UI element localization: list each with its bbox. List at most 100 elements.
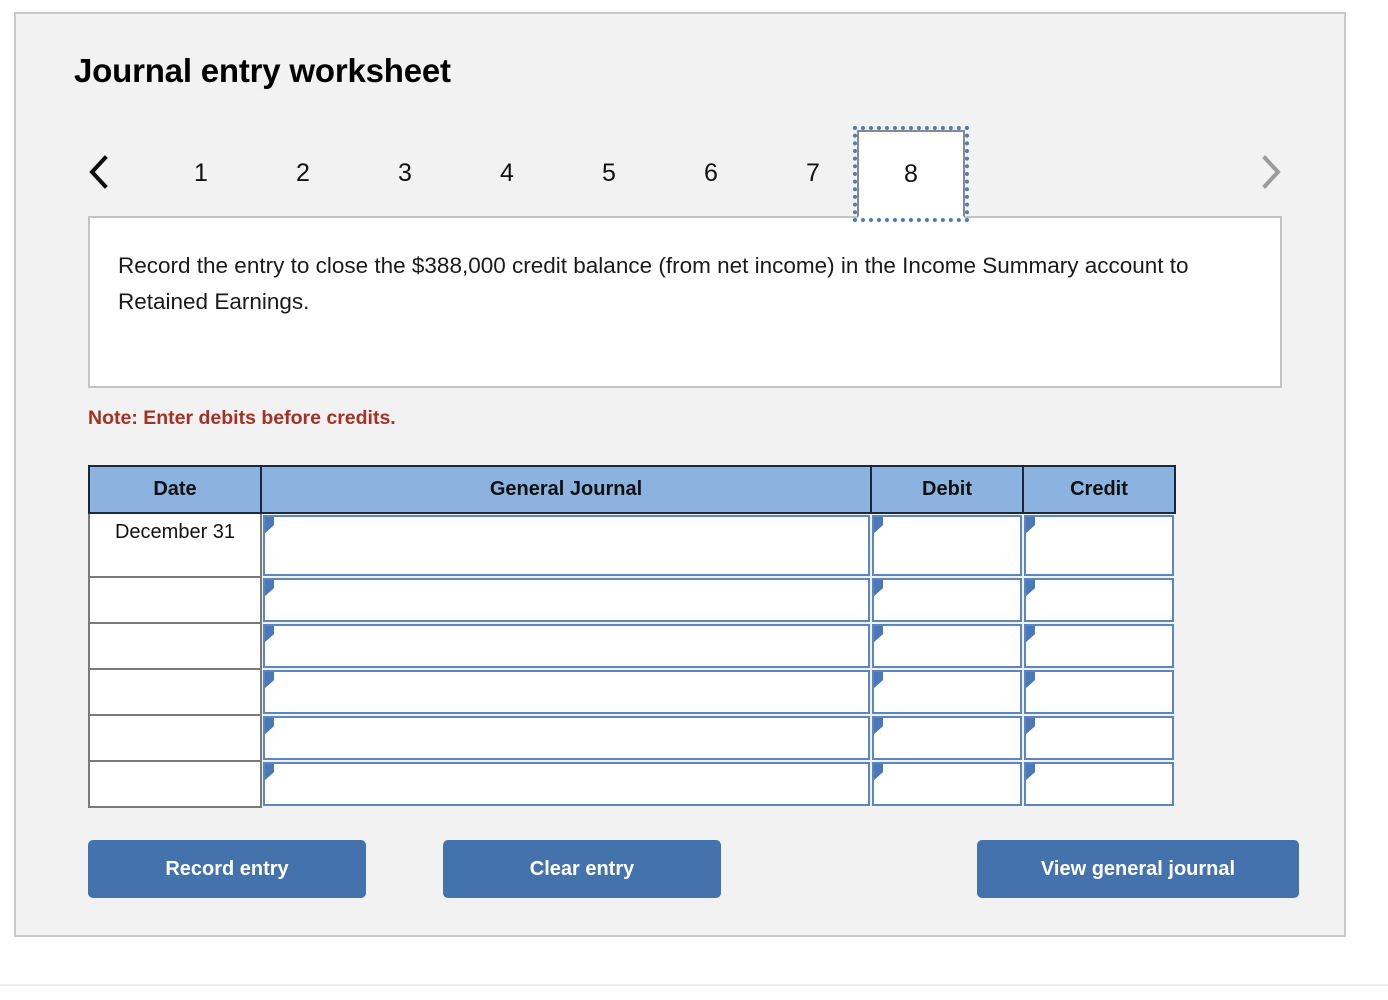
table-row — [88, 715, 1175, 762]
table-header-row: Date General Journal Debit Credit — [88, 465, 1176, 514]
debit-input[interactable] — [872, 670, 1022, 714]
chevron-right-icon — [1260, 154, 1282, 190]
worksheet-panel: Journal entry worksheet 1 2 3 4 5 6 7 8 … — [14, 12, 1346, 937]
next-tab-button[interactable] — [1254, 152, 1288, 192]
dropdown-marker-icon — [1026, 718, 1035, 734]
debit-input-cell[interactable] — [871, 715, 1023, 761]
debit-input-cell[interactable] — [871, 513, 1023, 577]
credit-input[interactable] — [1024, 515, 1174, 576]
dropdown-marker-icon — [874, 672, 883, 688]
date-cell — [88, 577, 262, 624]
tab-label: 1 — [194, 158, 208, 187]
journal-entry-table: Date General Journal Debit Credit Decemb… — [88, 465, 1176, 808]
dropdown-marker-icon — [1026, 764, 1035, 780]
tab-label: 3 — [398, 158, 412, 187]
date-cell — [88, 623, 262, 670]
table-row — [88, 761, 1175, 808]
tab-5[interactable]: 5 — [578, 150, 640, 196]
credit-input-cell[interactable] — [1023, 715, 1175, 761]
dropdown-marker-icon — [265, 517, 274, 533]
dropdown-marker-icon — [874, 764, 883, 780]
table-row — [88, 577, 1175, 624]
tab-4[interactable]: 4 — [476, 150, 538, 196]
dropdown-marker-icon — [874, 517, 883, 533]
table-row — [88, 669, 1175, 716]
debits-before-credits-note: Note: Enter debits before credits. — [88, 407, 396, 429]
credit-input-cell[interactable] — [1023, 761, 1175, 807]
tab-label: 5 — [602, 158, 616, 187]
debit-input-cell[interactable] — [871, 623, 1023, 669]
screenshot-root: Journal entry worksheet 1 2 3 4 5 6 7 8 … — [0, 0, 1388, 1000]
general-journal-input-cell[interactable] — [261, 669, 871, 715]
tab-8[interactable]: 8 — [853, 126, 969, 222]
account-select[interactable] — [263, 716, 870, 760]
credit-input-cell[interactable] — [1023, 513, 1175, 577]
credit-input[interactable] — [1024, 624, 1174, 668]
credit-input-cell[interactable] — [1023, 577, 1175, 623]
date-cell — [88, 761, 262, 808]
account-select[interactable] — [263, 515, 870, 576]
general-journal-input-cell[interactable] — [261, 513, 871, 577]
date-cell: December 31 — [88, 512, 262, 578]
dropdown-marker-icon — [874, 718, 883, 734]
account-select[interactable] — [263, 624, 870, 668]
dropdown-marker-icon — [265, 672, 274, 688]
tab-2[interactable]: 2 — [272, 150, 334, 196]
column-header-general-journal: General Journal — [260, 465, 872, 514]
debit-input[interactable] — [872, 624, 1022, 668]
dropdown-marker-icon — [1026, 517, 1035, 533]
debit-input[interactable] — [872, 762, 1022, 806]
column-header-date: Date — [88, 465, 262, 514]
credit-input-cell[interactable] — [1023, 623, 1175, 669]
dropdown-marker-icon — [874, 580, 883, 596]
tab-label: 6 — [704, 158, 718, 187]
general-journal-input-cell[interactable] — [261, 761, 871, 807]
tab-label: 8 — [904, 159, 918, 188]
debit-input-cell[interactable] — [871, 669, 1023, 715]
previous-tab-button[interactable] — [82, 152, 116, 192]
general-journal-input-cell[interactable] — [261, 623, 871, 669]
tab-7[interactable]: 7 — [782, 150, 844, 196]
tab-strip: 1 2 3 4 5 6 7 8 — [74, 126, 1292, 222]
column-header-debit: Debit — [870, 465, 1024, 514]
account-select[interactable] — [263, 578, 870, 622]
tab-label: 4 — [500, 158, 514, 187]
dropdown-marker-icon — [1026, 580, 1035, 596]
page-title: Journal entry worksheet — [74, 52, 451, 89]
debit-input-cell[interactable] — [871, 577, 1023, 623]
account-select[interactable] — [263, 670, 870, 714]
table-row: December 31 — [88, 512, 1175, 578]
record-entry-button[interactable]: Record entry — [88, 840, 366, 898]
general-journal-input-cell[interactable] — [261, 577, 871, 623]
debit-input[interactable] — [872, 515, 1022, 576]
debit-input[interactable] — [872, 716, 1022, 760]
bottom-divider — [0, 984, 1388, 986]
credit-input[interactable] — [1024, 578, 1174, 622]
credit-input-cell[interactable] — [1023, 669, 1175, 715]
dropdown-marker-icon — [1026, 626, 1035, 642]
debit-input-cell[interactable] — [871, 761, 1023, 807]
instruction-box: Record the entry to close the $388,000 c… — [88, 216, 1282, 388]
debit-input[interactable] — [872, 578, 1022, 622]
dropdown-marker-icon — [265, 580, 274, 596]
dropdown-marker-icon — [874, 626, 883, 642]
dropdown-marker-icon — [265, 764, 274, 780]
chevron-left-icon — [88, 154, 110, 190]
account-select[interactable] — [263, 762, 870, 806]
tab-3[interactable]: 3 — [374, 150, 436, 196]
tab-label: 2 — [296, 158, 310, 187]
tab-6[interactable]: 6 — [680, 150, 742, 196]
tab-1[interactable]: 1 — [170, 150, 232, 196]
view-general-journal-button[interactable]: View general journal — [977, 840, 1299, 898]
credit-input[interactable] — [1024, 716, 1174, 760]
date-cell — [88, 715, 262, 762]
dropdown-marker-icon — [265, 626, 274, 642]
general-journal-input-cell[interactable] — [261, 715, 871, 761]
dropdown-marker-icon — [1026, 672, 1035, 688]
date-cell — [88, 669, 262, 716]
instruction-text: Record the entry to close the $388,000 c… — [118, 253, 1189, 314]
clear-entry-button[interactable]: Clear entry — [443, 840, 721, 898]
credit-input[interactable] — [1024, 670, 1174, 714]
table-row — [88, 623, 1175, 670]
credit-input[interactable] — [1024, 762, 1174, 806]
